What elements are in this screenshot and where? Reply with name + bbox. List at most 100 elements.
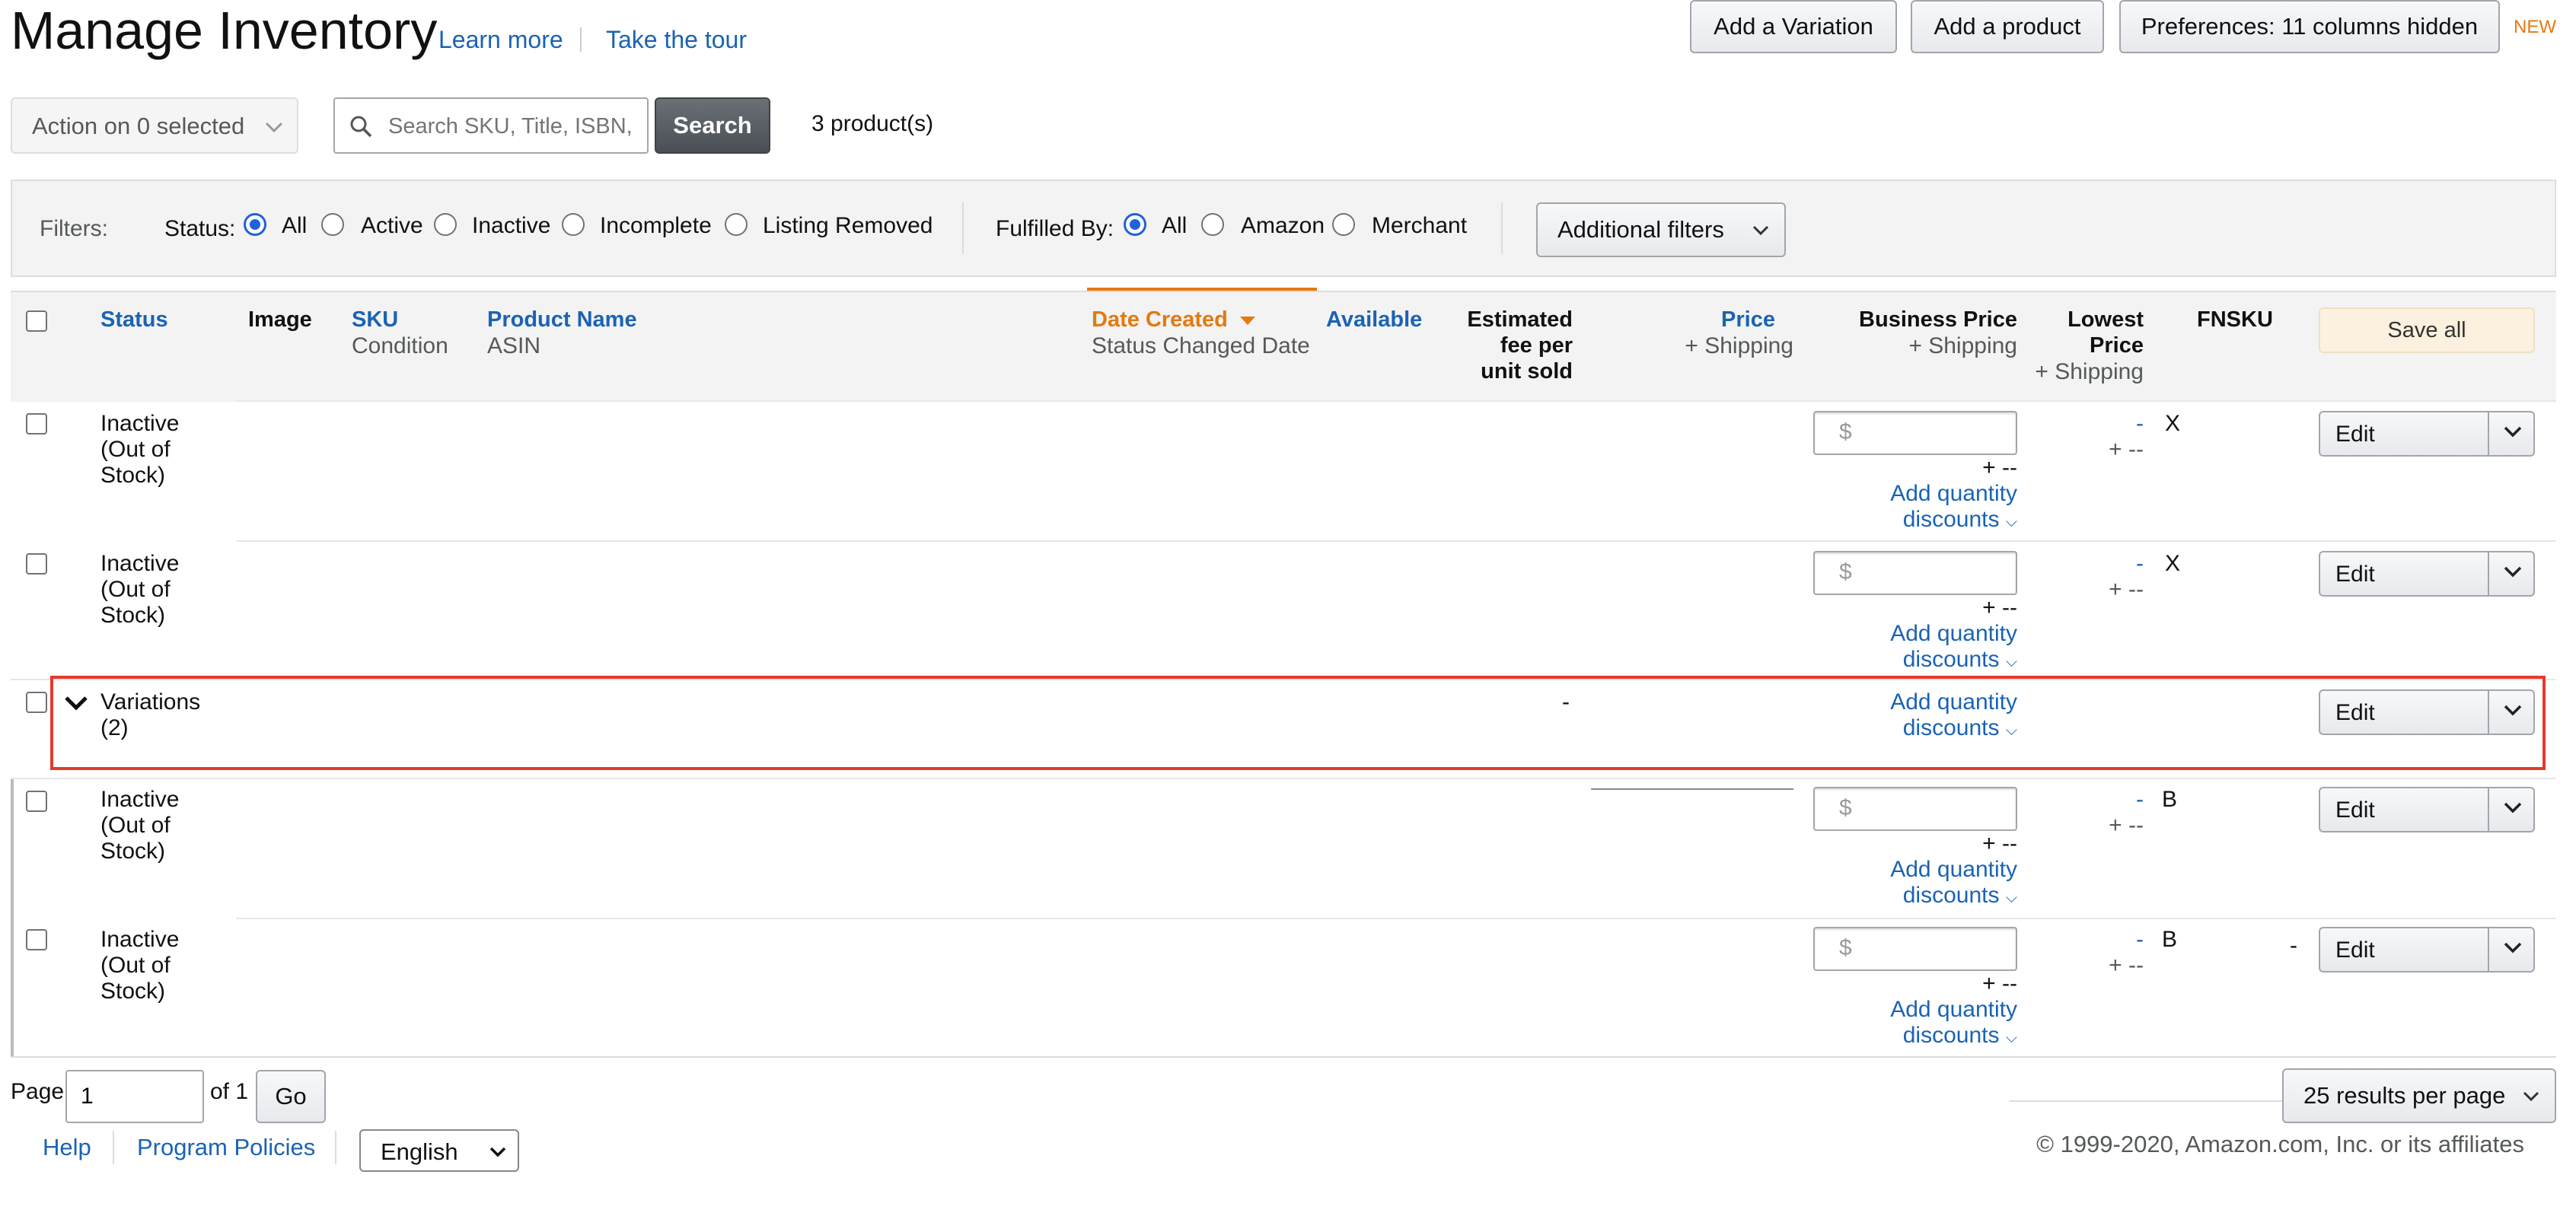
go-button[interactable]: Go bbox=[256, 1070, 326, 1123]
business-price-input[interactable]: $ bbox=[1813, 787, 2017, 831]
row-divider bbox=[236, 918, 2556, 919]
row-status-line2: (2) bbox=[100, 715, 129, 740]
add-quantity-discounts-line2[interactable]: discounts ⌵ bbox=[1903, 507, 2017, 533]
price-input-edge bbox=[1591, 788, 1793, 790]
results-per-page-select[interactable]: 25 results per page bbox=[2282, 1068, 2556, 1123]
status-all-radio[interactable] bbox=[244, 213, 266, 236]
chevron-down-icon[interactable] bbox=[2500, 559, 2526, 584]
search-box[interactable] bbox=[333, 97, 649, 154]
status-active-label: Active bbox=[361, 213, 423, 238]
row-checkbox[interactable] bbox=[26, 692, 47, 713]
col-sku[interactable]: SKU bbox=[352, 307, 398, 333]
add-quantity-discounts-line2[interactable]: discounts ⌵ bbox=[1903, 647, 2017, 673]
program-policies-link[interactable]: Program Policies bbox=[137, 1134, 315, 1161]
lowest-price: - bbox=[2136, 787, 2144, 812]
col-date-created-label: Date Created bbox=[1092, 307, 1228, 332]
lowest-shipping: + -- bbox=[2109, 577, 2144, 602]
status-inactive-radio[interactable] bbox=[434, 213, 457, 236]
fulfilled-all-radio[interactable] bbox=[1124, 213, 1146, 236]
col-available[interactable]: Available bbox=[1326, 307, 1422, 333]
status-active-radio[interactable] bbox=[321, 213, 344, 236]
select-all-checkbox[interactable] bbox=[26, 310, 47, 332]
business-price-input[interactable]: $ bbox=[1813, 551, 2017, 595]
edit-split-button[interactable]: Edit bbox=[2319, 927, 2535, 972]
status-incomplete-label: Incomplete bbox=[600, 213, 712, 238]
chevron-down-icon bbox=[2523, 1091, 2539, 1102]
col-business-price: Business Price bbox=[1859, 307, 2017, 332]
copyright: © 1999-2020, Amazon.com, Inc. or its aff… bbox=[2036, 1131, 2524, 1157]
chevron-down-icon[interactable] bbox=[2500, 697, 2526, 723]
search-input[interactable] bbox=[387, 110, 641, 143]
chevron-down-icon: ⌵ bbox=[2005, 654, 2017, 670]
row-status-line3: Stock) bbox=[100, 603, 166, 628]
row-checkbox[interactable] bbox=[26, 413, 47, 435]
qty-discounts-label: discounts bbox=[1902, 883, 2000, 908]
row-divider bbox=[11, 778, 2556, 779]
save-all-button[interactable]: Save all bbox=[2319, 307, 2535, 353]
col-product-name[interactable]: Product Name bbox=[487, 307, 637, 333]
action-dropdown[interactable]: Action on 0 selected bbox=[11, 97, 298, 154]
edit-split-button[interactable]: Edit bbox=[2319, 787, 2535, 832]
estimated-fee: - bbox=[1562, 689, 1570, 715]
additional-filters-button[interactable]: Additional filters bbox=[1536, 202, 1786, 257]
row-checkbox[interactable] bbox=[26, 791, 47, 812]
col-est-fee-2: fee per bbox=[1500, 333, 1573, 358]
variation-children-border bbox=[11, 779, 14, 1056]
fulfilled-merchant-label: Merchant bbox=[1372, 213, 1468, 238]
status-incomplete-radio[interactable] bbox=[562, 213, 585, 236]
qty-discounts-label: discounts bbox=[1902, 507, 2000, 532]
edit-split-button[interactable]: Edit bbox=[2319, 689, 2535, 735]
col-price[interactable]: Price bbox=[1721, 307, 1775, 333]
sort-indicator-bar bbox=[1087, 288, 1317, 291]
business-price-input[interactable]: $ bbox=[1813, 411, 2017, 455]
learn-more-link[interactable]: Learn more bbox=[438, 26, 563, 54]
chevron-down-icon[interactable] bbox=[2500, 934, 2526, 960]
search-icon bbox=[350, 116, 372, 138]
page-number-input[interactable] bbox=[65, 1070, 204, 1123]
take-tour-link[interactable]: Take the tour bbox=[606, 26, 747, 54]
col-condition: Condition bbox=[352, 333, 448, 358]
fulfilled-all-label: All bbox=[1162, 213, 1188, 238]
chevron-down-icon[interactable] bbox=[62, 692, 90, 714]
col-date-created[interactable]: Date Created bbox=[1092, 307, 1257, 333]
row-divider bbox=[236, 400, 2556, 402]
preferences-button[interactable]: Preferences: 11 columns hidden bbox=[2119, 0, 2500, 53]
add-variation-button[interactable]: Add a Variation bbox=[1690, 0, 1897, 53]
edit-split-button[interactable]: Edit bbox=[2319, 411, 2535, 457]
add-quantity-discounts-line2[interactable]: discounts ⌵ bbox=[1903, 715, 2017, 741]
add-quantity-discounts-line2[interactable]: discounts ⌵ bbox=[1903, 883, 2017, 909]
add-quantity-discounts-line1[interactable]: Add quantity bbox=[1890, 997, 2017, 1023]
col-price-shipping: + Shipping bbox=[1685, 333, 1793, 358]
row-status-line3: Stock) bbox=[100, 839, 166, 864]
row-checkbox[interactable] bbox=[26, 929, 47, 950]
chevron-down-icon[interactable] bbox=[2500, 794, 2526, 820]
business-price-input[interactable]: $ bbox=[1813, 927, 2017, 971]
status-all-label: All bbox=[282, 213, 308, 238]
page-label: Page bbox=[11, 1079, 65, 1104]
lowest-shipping: + -- bbox=[2109, 813, 2144, 838]
fulfilled-filter-label: Fulfilled By: bbox=[996, 216, 1114, 241]
add-quantity-discounts-line1[interactable]: Add quantity bbox=[1890, 857, 2017, 883]
add-quantity-discounts-line1[interactable]: Add quantity bbox=[1890, 621, 2017, 647]
fulfilled-merchant-radio[interactable] bbox=[1332, 213, 1355, 236]
add-quantity-discounts-line1[interactable]: Add quantity bbox=[1890, 689, 2017, 715]
col-status[interactable]: Status bbox=[100, 307, 168, 333]
row-status-line1: Inactive bbox=[100, 551, 180, 576]
col-lowest-price-1: Lowest bbox=[2067, 307, 2144, 332]
fulfilled-amazon-radio[interactable] bbox=[1201, 213, 1224, 236]
language-select[interactable]: English bbox=[359, 1129, 519, 1172]
add-quantity-discounts-line1[interactable]: Add quantity bbox=[1890, 481, 2017, 507]
help-link[interactable]: Help bbox=[43, 1134, 91, 1161]
chevron-down-icon[interactable] bbox=[2500, 419, 2526, 444]
add-product-button[interactable]: Add a product bbox=[1911, 0, 2104, 53]
add-quantity-discounts-line2[interactable]: discounts ⌵ bbox=[1903, 1023, 2017, 1049]
filters-label: Filters: bbox=[40, 216, 108, 241]
row-status-line1: Inactive bbox=[100, 927, 180, 952]
page-of-label: of 1 bbox=[210, 1079, 249, 1104]
row-checkbox[interactable] bbox=[26, 553, 47, 575]
search-button[interactable]: Search bbox=[655, 97, 770, 154]
price-placeholder: $ bbox=[1839, 935, 1852, 960]
edit-split-button[interactable]: Edit bbox=[2319, 551, 2535, 597]
lowest-shipping: + -- bbox=[2109, 953, 2144, 978]
status-listing-removed-radio[interactable] bbox=[725, 213, 748, 236]
